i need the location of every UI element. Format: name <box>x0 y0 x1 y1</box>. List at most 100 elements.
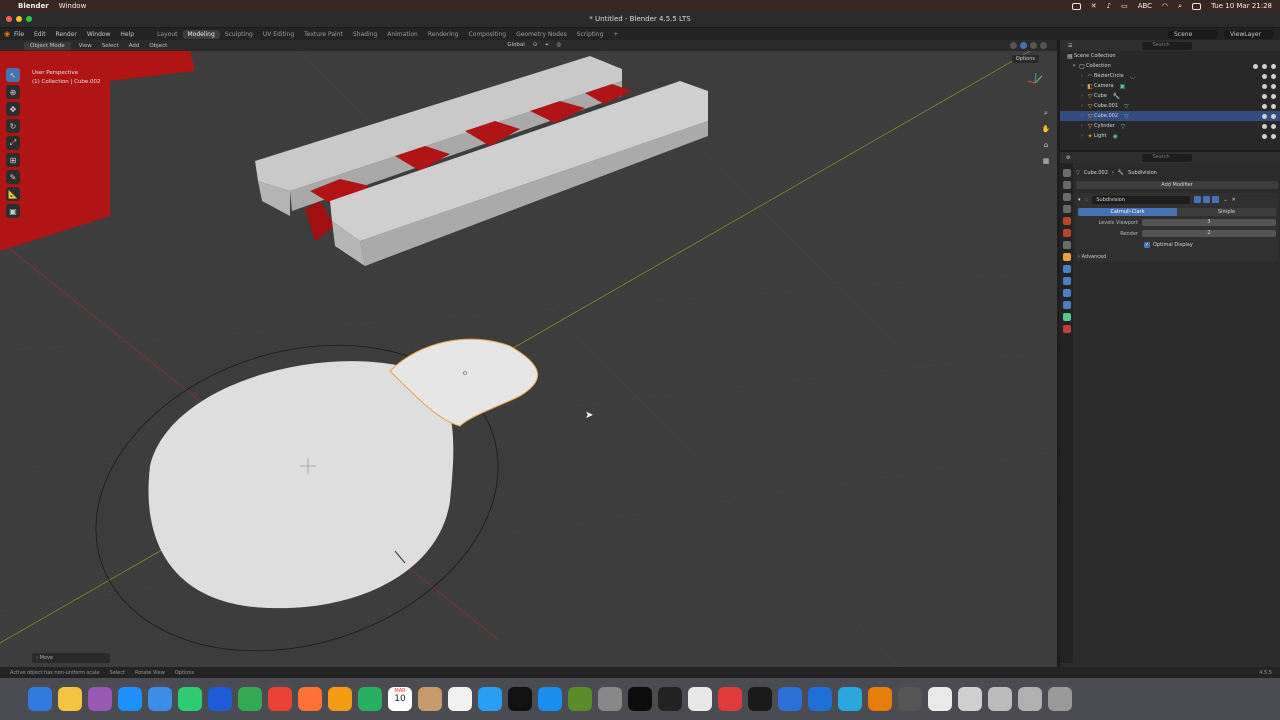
camera-icon[interactable] <box>1271 113 1276 119</box>
tab-sculpting[interactable]: Sculpting <box>220 30 258 39</box>
minimized-window-icon[interactable] <box>988 687 1012 711</box>
physics-tab-icon[interactable] <box>1062 289 1071 297</box>
vscode-icon[interactable] <box>808 687 832 711</box>
tab-layout[interactable]: Layout <box>152 30 182 39</box>
menu-help[interactable]: Help <box>120 31 134 38</box>
tab-texture-paint[interactable]: Texture Paint <box>299 30 348 39</box>
minimized-window-icon[interactable] <box>1018 687 1042 711</box>
outliner-item[interactable]: › ▽ Cube 🔧 <box>1060 91 1280 101</box>
maps-icon[interactable] <box>238 687 262 711</box>
blender-icon[interactable] <box>868 687 892 711</box>
eye-icon[interactable] <box>1262 113 1267 119</box>
camera-icon[interactable] <box>1271 73 1276 79</box>
rendered-shading-icon[interactable] <box>1040 42 1047 49</box>
tab-modeling[interactable]: Modeling <box>182 29 220 39</box>
camera-icon[interactable] <box>1271 83 1276 89</box>
outliner-item-selected[interactable]: › ▽ Cube.002 ▽ <box>1060 111 1280 121</box>
tool-tab-icon[interactable] <box>1062 169 1071 177</box>
eye-icon[interactable] <box>1262 133 1267 139</box>
activity-monitor-icon[interactable] <box>778 687 802 711</box>
outliner-item[interactable]: › ▽ Cylinder ▽ <box>1060 121 1280 131</box>
menubar-app-name[interactable]: Blender <box>18 2 49 10</box>
reminders-icon[interactable] <box>448 687 472 711</box>
menu-select[interactable]: Select <box>102 43 119 49</box>
measure-tool-icon[interactable]: 📐 <box>6 187 20 201</box>
constraints-tab-icon[interactable] <box>1062 301 1071 309</box>
levels-viewport-field[interactable]: 3 <box>1142 219 1276 226</box>
finder-icon[interactable] <box>28 687 52 711</box>
move-tool-icon[interactable]: ✥ <box>6 102 20 116</box>
freeform-icon[interactable] <box>478 687 502 711</box>
render-level-field[interactable]: 2 <box>1142 230 1276 237</box>
rotate-tool-icon[interactable]: ↻ <box>6 119 20 133</box>
data-tab-icon[interactable] <box>1062 313 1071 321</box>
outliner-collection[interactable]: ▾ ▢ Collection <box>1060 61 1280 71</box>
messages-icon[interactable] <box>178 687 202 711</box>
camera-icon[interactable] <box>1271 93 1276 99</box>
menu-view[interactable]: View <box>79 43 92 49</box>
modifier-name-field[interactable]: Subdivision <box>1092 195 1191 204</box>
menubar-window[interactable]: Window <box>59 2 87 10</box>
facetime-icon[interactable] <box>208 687 232 711</box>
expand-icon[interactable]: › <box>1078 103 1086 109</box>
quicktime-icon[interactable] <box>838 687 862 711</box>
properties-search-input[interactable]: Search <box>1142 153 1193 162</box>
trash-icon[interactable] <box>1048 687 1072 711</box>
contacts-icon[interactable] <box>418 687 442 711</box>
outliner-scene-collection[interactable]: ▤ Scene Collection <box>1060 51 1280 61</box>
scale-tool-icon[interactable]: ⤢ <box>6 136 20 150</box>
outliner-item[interactable]: › ▽ Cube.001 ▽ <box>1060 101 1280 111</box>
outliner-item[interactable]: › ◠ BézierCircle ◡ <box>1060 71 1280 81</box>
tab-animation[interactable]: Animation <box>382 30 423 39</box>
git-client-icon[interactable] <box>718 687 742 711</box>
app-store-icon[interactable] <box>538 687 562 711</box>
eye-icon[interactable] <box>1262 63 1267 69</box>
menu-file[interactable]: File <box>14 31 24 38</box>
system-settings-icon[interactable] <box>598 687 622 711</box>
document-icon[interactable] <box>928 687 952 711</box>
expand-icon[interactable]: › <box>1078 83 1086 89</box>
wireframe-shading-icon[interactable] <box>1010 42 1017 49</box>
eye-icon[interactable] <box>1262 93 1267 99</box>
annotate-tool-icon[interactable]: ✎ <box>6 170 20 184</box>
advanced-subpanel[interactable]: › Advanced <box>1078 254 1276 260</box>
render-tab-icon[interactable] <box>1062 181 1071 189</box>
solid-shading-icon[interactable] <box>1020 42 1027 49</box>
output-tab-icon[interactable] <box>1062 193 1071 201</box>
add-cube-tool-icon[interactable]: ▣ <box>6 204 20 218</box>
menu-render[interactable]: Render <box>56 31 77 38</box>
expand-icon[interactable]: › <box>1078 93 1086 99</box>
expand-icon[interactable]: ▾ <box>1070 63 1078 69</box>
checkbox-icon[interactable] <box>1253 63 1258 69</box>
firefox-icon[interactable] <box>298 687 322 711</box>
roblox-icon[interactable] <box>688 687 712 711</box>
eye-icon[interactable] <box>1262 73 1267 79</box>
blender-logo-icon[interactable]: ◉ <box>0 30 14 38</box>
view-layer-tab-icon[interactable] <box>1062 205 1071 213</box>
control-center-icon[interactable] <box>1071 2 1081 10</box>
launchpad-icon[interactable] <box>88 687 112 711</box>
safari-icon[interactable] <box>118 687 142 711</box>
close-icon[interactable]: ✕ <box>1091 2 1097 10</box>
transform-tool-icon[interactable]: ⊞ <box>6 153 20 167</box>
outliner-item[interactable]: › ✦ Light ◉ <box>1060 131 1280 141</box>
eye-icon[interactable] <box>1262 103 1267 109</box>
simple-option[interactable]: Simple <box>1177 208 1276 216</box>
snap-icon[interactable]: ⌖ <box>545 42 548 49</box>
tab-uv-editing[interactable]: UV Editing <box>258 30 299 39</box>
menu-add[interactable]: Add <box>129 43 140 49</box>
battery-icon[interactable]: ▭ <box>1121 2 1128 10</box>
expand-icon[interactable]: › <box>1078 73 1086 79</box>
display-icon[interactable] <box>1192 2 1202 10</box>
chrome-icon[interactable] <box>268 687 292 711</box>
viewport-options-button[interactable]: Options <box>1011 55 1039 63</box>
calendar-icon[interactable]: MAR 10 <box>388 687 412 711</box>
dropdown-icon[interactable]: ⌄ <box>1223 197 1227 203</box>
facetime-video-icon[interactable] <box>358 687 382 711</box>
pan-hand-icon[interactable]: ✋ <box>1041 125 1051 135</box>
world-tab-icon[interactable] <box>1062 229 1071 237</box>
tab-scripting[interactable]: Scripting <box>572 30 609 39</box>
outliner-item[interactable]: › ◧ Camera ▣ <box>1060 81 1280 91</box>
menu-object[interactable]: Object <box>149 43 167 49</box>
expand-icon[interactable]: › <box>1078 123 1086 129</box>
